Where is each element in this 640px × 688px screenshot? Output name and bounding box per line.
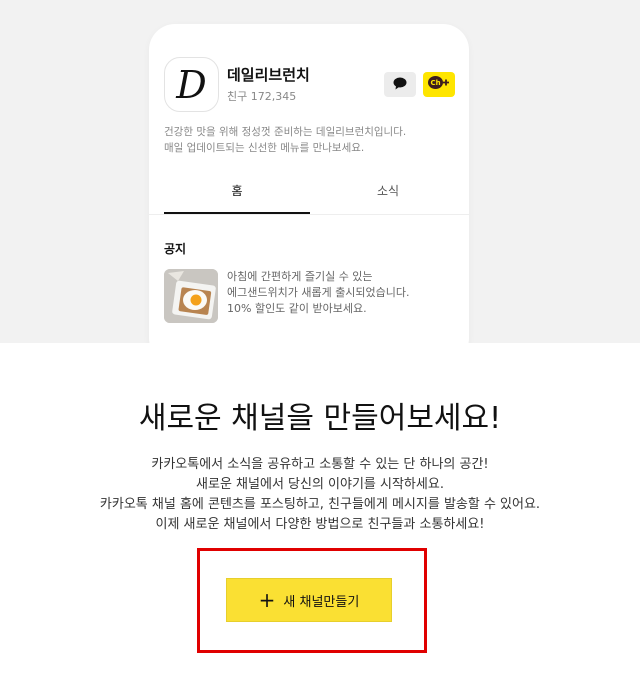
notice-line: 10% 할인도 같이 받아보세요. — [227, 302, 367, 315]
notice-line: 아침에 간편하게 즐기실 수 있는 — [227, 270, 373, 283]
logo-letter: D — [176, 62, 207, 107]
notice-thumbnail — [164, 269, 218, 323]
tab-home[interactable]: 홈 — [164, 176, 310, 214]
intro-line: 새로운 채널에서 당신의 이야기를 시작하세요. — [196, 477, 444, 492]
page-headline: 새로운 채널을 만들어보세요! — [138, 401, 502, 436]
friend-count: 친구 172,345 — [227, 90, 297, 103]
description-line: 건강한 맛을 위해 정성껏 준비하는 데일리브런치입니다. — [164, 126, 407, 138]
description-line: 매일 업데이트되는 신선한 메뉴를 만나보세요. — [164, 142, 365, 154]
chat-bubble-icon — [393, 75, 407, 94]
intro-line: 카카오톡에서 소식을 공유하고 소통할 수 있는 단 하나의 공간! — [151, 457, 489, 472]
channel-name: 데일리브런치 — [227, 66, 310, 84]
notice-line: 에그샌드위치가 새롭게 출시되었습니다. — [227, 286, 410, 299]
channel-plus-icon: Ch — [427, 75, 451, 95]
chat-button[interactable] — [384, 72, 416, 97]
create-channel-button[interactable]: + 새 채널만들기 — [226, 578, 392, 622]
intro-line: 이제 새로운 채널에서 다양한 방법으로 친구들과 소통하세요! — [155, 517, 485, 532]
create-channel-label: 새 채널만들기 — [283, 594, 360, 610]
add-channel-button[interactable]: Ch — [423, 72, 455, 97]
ch-badge-text: Ch — [430, 79, 440, 87]
channel-tabs: 홈 소식 — [149, 176, 469, 215]
intro-line: 카카오톡 채널 홈에 콘텐츠를 포스팅하고, 친구들에게 메시지를 발송할 수 … — [99, 497, 541, 512]
preview-area: D 데일리브런치 친구 172,345 Ch 건강한 맛을 위해 정성껏 준비하… — [0, 0, 640, 343]
channel-logo: D — [164, 57, 219, 112]
intro-text: 카카오톡에서 소식을 공유하고 소통할 수 있는 단 하나의 공간! 새로운 채… — [0, 455, 640, 535]
notice-heading: 공지 — [164, 242, 187, 256]
tab-news[interactable]: 소식 — [315, 176, 461, 214]
plus-icon: + — [258, 588, 276, 612]
channel-preview-card: D 데일리브런치 친구 172,345 Ch 건강한 맛을 위해 정성껏 준비하… — [149, 24, 469, 343]
notice-body: 아침에 간편하게 즐기실 수 있는 에그샌드위치가 새롭게 출시되었습니다. 1… — [227, 269, 410, 317]
channel-description: 건강한 맛을 위해 정성껏 준비하는 데일리브런치입니다. 매일 업데이트되는 … — [164, 124, 459, 156]
